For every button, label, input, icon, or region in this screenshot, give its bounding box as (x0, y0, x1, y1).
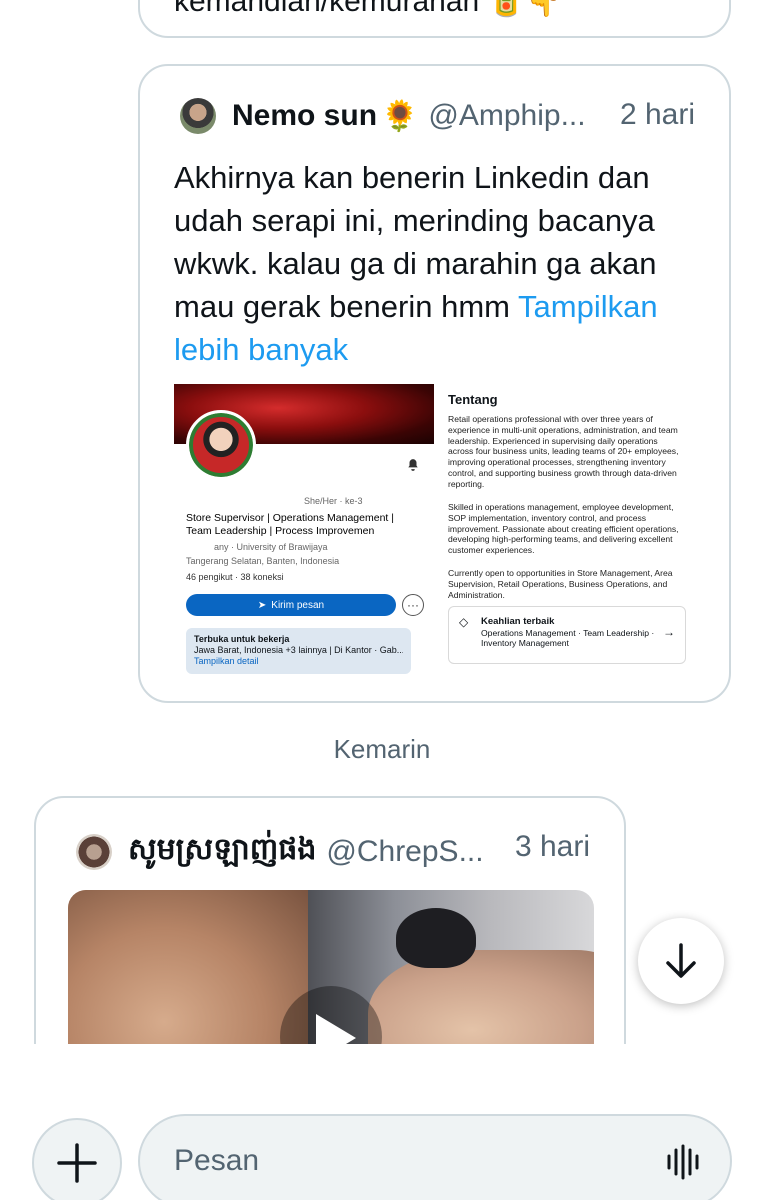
skills-list: Operations Management · Team Leadership … (481, 627, 655, 649)
author-avatar-2[interactable] (76, 834, 112, 870)
author-handle[interactable]: @Amphip... (428, 99, 585, 133)
shared-post-card[interactable]: Nemo sun 🌻 @Amphip... 2 hari Akhirnya ka… (138, 64, 731, 703)
post-time: 2 hari (619, 98, 695, 131)
top-skills-box: ◇ Keahlian terbaik Operations Management… (448, 606, 686, 664)
arrow-down-icon (666, 943, 696, 978)
author-name-2[interactable]: សូមស្រឡាញ់ផង (128, 830, 316, 874)
message-placeholder: Pesan (174, 1144, 260, 1177)
about-paragraph-1: Retail operations professional with over… (448, 414, 679, 489)
otw-link: Tampilkan detail (194, 656, 259, 666)
otw-title: Terbuka untuk bekerja (194, 634, 290, 644)
previous-message-text: kemandian/kemurahan 🥫👇 (174, 0, 563, 18)
author-handle-2[interactable]: @ChrepS... (326, 835, 483, 869)
skills-title: Keahlian terbaik (481, 616, 555, 627)
scroll-to-bottom-button[interactable] (638, 918, 724, 1004)
author-avatar[interactable] (180, 98, 216, 134)
message-composer: Pesan (0, 1044, 759, 1200)
profile-pronouns: She/Her · ke-3 (304, 496, 363, 506)
profile-location: Tangerang Selatan, Banten, Indonesia (186, 556, 340, 566)
profile-company: any · University of Brawijaya (214, 542, 328, 552)
post-image-profile[interactable]: She/Her · ke-3 Store Supervisor | Operat… (174, 384, 434, 684)
day-separator: Kemarin (333, 734, 431, 764)
more-options-icon: ··· (402, 594, 424, 616)
post-time-2: 3 hari (514, 830, 590, 863)
post-header-2: សូមស្រឡាញ់ផង @ChrepS... (76, 830, 484, 874)
send-message-button: ➤ Kirim pesan (186, 594, 396, 616)
about-title: Tentang (448, 392, 498, 407)
plus-icon (57, 1143, 97, 1183)
profile-stats: 46 pengikut · 38 koneksi (186, 572, 284, 582)
post-text: Akhirnya kan benerin Linkedin dan udah s… (174, 156, 704, 371)
post-header: Nemo sun 🌻 @Amphip... (180, 98, 586, 134)
arrow-right-icon: → (663, 625, 675, 639)
voice-wave-icon[interactable] (666, 1144, 700, 1180)
otw-detail: Jawa Barat, Indonesia +3 lainnya | Di Ka… (194, 645, 403, 655)
about-paragraph-2: Skilled in operations management, employ… (448, 502, 679, 556)
bell-icon (406, 458, 420, 475)
post-image-about[interactable]: Tentang Retail operations professional w… (438, 384, 690, 684)
diamond-icon: ◇ (459, 615, 469, 629)
profile-photo (186, 410, 256, 480)
send-icon: ➤ (257, 599, 267, 611)
open-to-work-box: Terbuka untuk bekerja Jawa Barat, Indone… (186, 628, 411, 674)
previous-message-bubble[interactable]: kemandian/kemurahan 🥫👇 (138, 0, 731, 38)
add-attachment-button[interactable] (32, 1118, 122, 1200)
sunflower-emoji: 🌻 (381, 99, 419, 133)
message-input[interactable]: Pesan (138, 1114, 732, 1200)
author-name[interactable]: Nemo sun (232, 99, 377, 133)
profile-headline: Store Supervisor | Operations Management… (186, 512, 394, 537)
video-frame-head (396, 908, 476, 968)
about-paragraph-3: Currently open to opportunities in Store… (448, 568, 673, 600)
send-message-label: Kirim pesan (271, 599, 325, 611)
